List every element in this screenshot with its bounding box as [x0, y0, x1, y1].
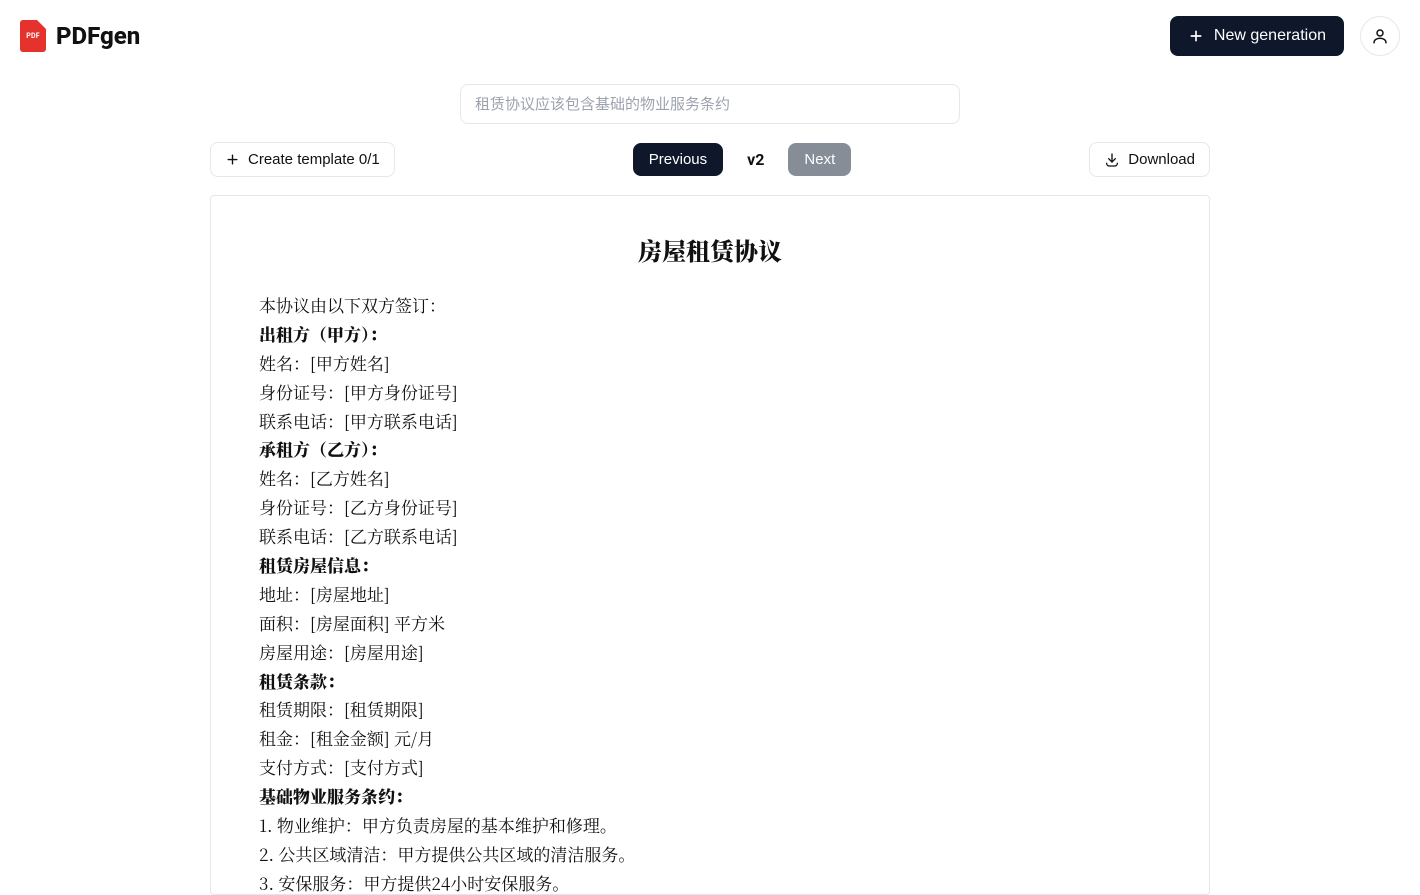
- section-line: 2. 公共区域清洁：甲方提供公共区域的清洁服务。: [259, 840, 1161, 869]
- document-preview: 房屋租赁协议 本协议由以下双方签订： 出租方（甲方）： 姓名：[甲方姓名] 身份…: [210, 195, 1210, 895]
- document-intro: 本协议由以下双方签订：: [259, 291, 1161, 320]
- section-line: 租金：[租金金额] 元/月: [259, 724, 1161, 753]
- version-label: v2: [747, 150, 764, 169]
- create-template-label: Create template 0/1: [248, 151, 380, 168]
- section-line: 1. 物业维护：甲方负责房屋的基本维护和修理。: [259, 811, 1161, 840]
- section-line: 面积：[房屋面积] 平方米: [259, 609, 1161, 638]
- section-line: 地址：[房屋地址]: [259, 580, 1161, 609]
- download-button[interactable]: Download: [1089, 142, 1210, 177]
- section-heading: 基础物业服务条约：: [259, 782, 1161, 811]
- toolbar: Create template 0/1 Previous v2 Next Dow…: [210, 142, 1210, 177]
- section-line: 姓名：[乙方姓名]: [259, 464, 1161, 493]
- section-line: 3. 安保服务：甲方提供24小时安保服务。: [259, 869, 1161, 894]
- plus-icon: [1188, 28, 1204, 44]
- section-line: 身份证号：[乙方身份证号]: [259, 493, 1161, 522]
- next-button[interactable]: Next: [788, 143, 851, 176]
- section-heading: 租赁条款：: [259, 667, 1161, 696]
- prompt-row: [210, 84, 1210, 124]
- section-line: 联系电话：[甲方联系电话]: [259, 407, 1161, 436]
- user-icon: [1371, 27, 1389, 45]
- download-icon: [1104, 152, 1120, 168]
- section-line: 身份证号：[甲方身份证号]: [259, 378, 1161, 407]
- section-line: 联系电话：[乙方联系电话]: [259, 522, 1161, 551]
- brand-name: PDFgen: [56, 22, 140, 50]
- brand-logo-text: PDF: [26, 32, 40, 40]
- section-heading: 租赁房屋信息：: [259, 551, 1161, 580]
- section-line: 支付方式：[支付方式]: [259, 753, 1161, 782]
- section-line: 姓名：[甲方姓名]: [259, 349, 1161, 378]
- document-body: 本协议由以下双方签订： 出租方（甲方）： 姓名：[甲方姓名] 身份证号：[甲方身…: [259, 291, 1161, 894]
- brand-logo-icon: PDF: [20, 20, 46, 52]
- previous-button[interactable]: Previous: [633, 143, 723, 176]
- create-template-button[interactable]: Create template 0/1: [210, 142, 395, 177]
- app-header: PDF PDFgen New generation: [0, 0, 1420, 72]
- document-scroll[interactable]: 房屋租赁协议 本协议由以下双方签订： 出租方（甲方）： 姓名：[甲方姓名] 身份…: [211, 196, 1209, 894]
- section-heading: 出租方（甲方）：: [259, 320, 1161, 349]
- prompt-input[interactable]: [460, 84, 960, 124]
- new-generation-label: New generation: [1214, 27, 1326, 45]
- brand[interactable]: PDF PDFgen: [20, 20, 140, 52]
- section-line: 房屋用途：[房屋用途]: [259, 638, 1161, 667]
- user-menu-button[interactable]: [1360, 16, 1400, 56]
- new-generation-button[interactable]: New generation: [1170, 16, 1344, 56]
- document-title: 房屋租赁协议: [259, 232, 1161, 267]
- main-column: Create template 0/1 Previous v2 Next Dow…: [210, 84, 1210, 895]
- header-actions: New generation: [1170, 16, 1400, 56]
- next-label: Next: [804, 151, 835, 168]
- plus-icon: [225, 152, 240, 167]
- previous-label: Previous: [649, 151, 707, 168]
- section-heading: 承租方（乙方）：: [259, 435, 1161, 464]
- section-line: 租赁期限：[租赁期限]: [259, 695, 1161, 724]
- download-label: Download: [1128, 151, 1195, 168]
